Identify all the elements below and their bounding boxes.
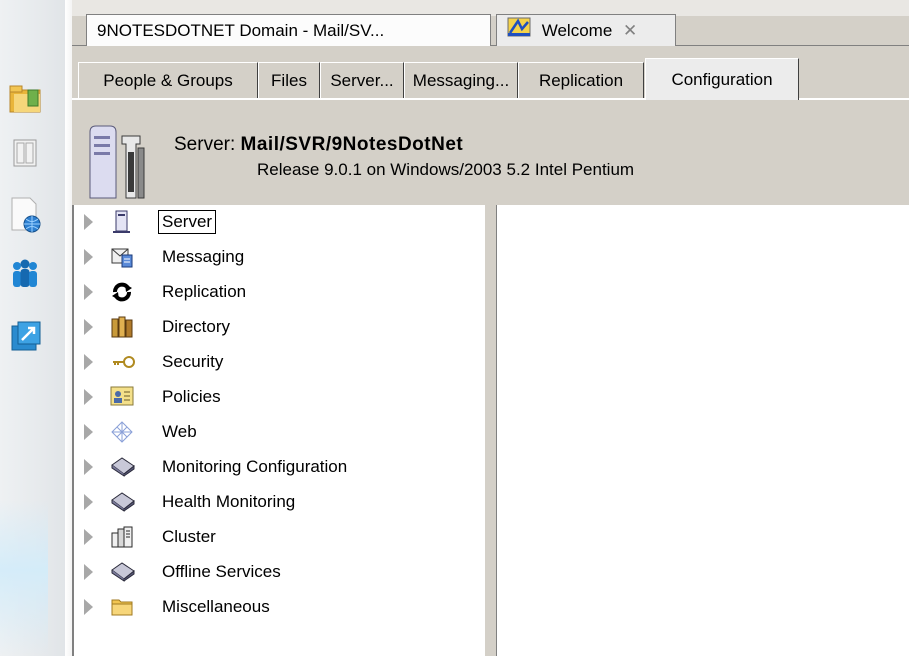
server-prefix: Server: <box>174 134 236 155</box>
server-icon <box>110 210 132 233</box>
expand-arrow-icon[interactable] <box>84 459 93 475</box>
tab-configuration[interactable]: Configuration <box>645 58 799 100</box>
launcher-edge <box>65 0 72 656</box>
server-header: Server: Mail/SVR/9NotesDotNet Release 9.… <box>72 100 909 207</box>
detail-pane <box>497 205 909 656</box>
view-tab-bar: People & Groups Files Server... Messagin… <box>72 58 909 100</box>
web-icon <box>110 420 133 443</box>
tree-item-label: Health Monitoring <box>162 492 296 511</box>
tree-item-messaging[interactable]: Messaging <box>74 240 484 274</box>
server-name-line: Server: Mail/SVR/9NotesDotNet <box>174 134 463 156</box>
documents-icon[interactable] <box>8 136 42 170</box>
tab-replication[interactable]: Replication <box>518 62 644 98</box>
tree-item-health-monitoring[interactable]: Health Monitoring <box>74 485 484 519</box>
tree-item-label: Directory <box>162 317 231 336</box>
server-name: Mail/SVR/9NotesDotNet <box>240 134 464 155</box>
tab-server[interactable]: Server... <box>320 62 404 98</box>
expand-arrow-icon[interactable] <box>84 564 93 580</box>
tree-item-label: Policies <box>162 387 221 406</box>
tab-messaging[interactable]: Messaging... <box>404 62 518 98</box>
tree-item-server[interactable]: Server <box>74 205 484 239</box>
tree-item-label: Replication <box>162 282 247 301</box>
tab-label: Files <box>271 71 307 90</box>
directory-icon <box>110 315 133 338</box>
configuration-tree: Server Messaging Replication Directory S… <box>72 205 486 656</box>
tree-item-label: Monitoring Configuration <box>162 457 348 476</box>
tree-item-security[interactable]: Security <box>74 345 484 379</box>
tree-item-offline-services[interactable]: Offline Services <box>74 555 484 589</box>
folder-icon <box>110 595 133 617</box>
tree-item-label: Cluster <box>162 527 216 546</box>
key-icon <box>110 350 135 372</box>
launcher-glow <box>0 500 48 656</box>
tab-domain-document[interactable]: 9NOTESDOTNET Domain - Mail/SV... <box>86 14 491 46</box>
tab-label: Messaging... <box>412 71 510 90</box>
expand-arrow-icon[interactable] <box>84 529 93 545</box>
tree-item-label: Miscellaneous <box>162 597 270 616</box>
tree-item-monitoring-configuration[interactable]: Monitoring Configuration <box>74 450 484 484</box>
tree-item-cluster[interactable]: Cluster <box>74 520 484 554</box>
tree-item-miscellaneous[interactable]: Miscellaneous <box>74 590 484 624</box>
tree-item-replication[interactable]: Replication <box>74 275 484 309</box>
expand-arrow-icon[interactable] <box>84 494 93 510</box>
web-page-icon[interactable] <box>8 196 42 233</box>
server-tower-icon <box>86 122 150 207</box>
expand-arrow-icon[interactable] <box>84 389 93 405</box>
welcome-icon <box>507 16 531 48</box>
tree-item-policies[interactable]: Policies <box>74 380 484 414</box>
tree-item-label: Offline Services <box>162 562 281 581</box>
book-icon <box>110 490 135 512</box>
tab-domain-label: 9NOTESDOTNET Domain - Mail/SV... <box>97 21 385 40</box>
replicator-icon[interactable] <box>8 318 42 352</box>
tab-label: Replication <box>538 71 624 90</box>
mail-folder-icon[interactable] <box>8 82 42 116</box>
cluster-icon <box>110 525 133 548</box>
launcher-bar <box>0 0 72 656</box>
pane-splitter[interactable] <box>484 205 497 656</box>
book-icon <box>110 455 135 477</box>
expand-arrow-icon[interactable] <box>84 214 93 230</box>
tab-files[interactable]: Files <box>258 62 320 98</box>
messaging-icon <box>110 245 133 268</box>
expand-arrow-icon[interactable] <box>84 319 93 335</box>
tab-label: Server... <box>330 71 394 90</box>
expand-arrow-icon[interactable] <box>84 249 93 265</box>
close-icon[interactable]: ✕ <box>623 21 637 40</box>
tree-item-directory[interactable]: Directory <box>74 310 484 344</box>
replication-icon <box>110 280 132 302</box>
tab-people-groups[interactable]: People & Groups <box>78 62 258 98</box>
book-icon <box>110 560 135 582</box>
tab-welcome-label: Welcome <box>541 21 613 40</box>
tree-item-label: Security <box>162 352 224 371</box>
expand-arrow-icon[interactable] <box>84 354 93 370</box>
expand-arrow-icon[interactable] <box>84 284 93 300</box>
tree-item-web[interactable]: Web <box>74 415 484 449</box>
document-tab-bar: 9NOTESDOTNET Domain - Mail/SV... Welcome… <box>72 0 909 61</box>
expand-arrow-icon[interactable] <box>84 599 93 615</box>
tree-item-label: Server <box>158 210 217 234</box>
tree-item-label: Web <box>162 422 197 441</box>
tab-welcome[interactable]: Welcome ✕ <box>496 14 676 46</box>
tab-label: Configuration <box>671 70 773 89</box>
expand-arrow-icon[interactable] <box>84 424 93 440</box>
tab-label: People & Groups <box>103 71 233 90</box>
people-icon[interactable] <box>8 256 42 290</box>
policies-icon <box>110 385 134 407</box>
server-release: Release 9.0.1 on Windows/2003 5.2 Intel … <box>257 160 635 179</box>
tree-item-label: Messaging <box>162 247 245 266</box>
